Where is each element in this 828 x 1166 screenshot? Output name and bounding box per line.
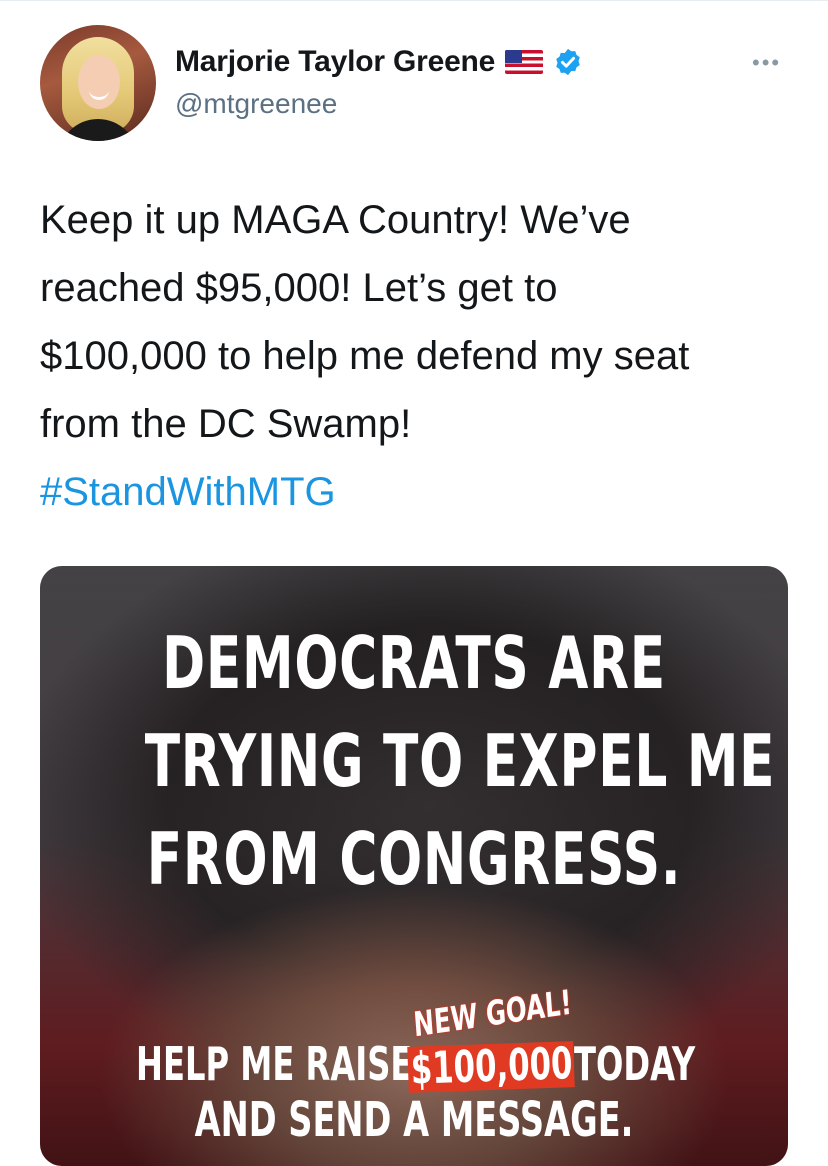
media-headline-line: TRYING TO EXPEL ME — [144, 719, 776, 803]
tweet-media-image[interactable]: DEMOCRATS ARE TRYING TO EXPEL ME FROM CO… — [40, 566, 788, 1166]
goal-amount: $100,000 — [409, 1038, 574, 1095]
avatar[interactable] — [40, 25, 156, 141]
us-flag-icon — [505, 50, 544, 74]
tweet-text-line: reached $95,000! Let’s get to — [40, 266, 558, 310]
media-cta-line2: AND SEND A MESSAGE. — [194, 1092, 634, 1148]
goal-amount-box: $100,000 — [407, 1038, 575, 1095]
top-divider — [0, 0, 828, 1]
media-headline-line: FROM CONGRESS. — [146, 817, 682, 901]
new-goal-badge: NEW GOAL! $100,000 — [404, 983, 575, 1100]
flag-canton — [505, 50, 523, 63]
media-cta-left: HELP ME RAISE — [136, 1037, 413, 1091]
tweet-text: Keep it up MAGA Country! We’ve reached $… — [40, 186, 800, 526]
tweet-text-line: $100,000 to help me defend my seat — [40, 334, 690, 378]
hashtag-link[interactable]: #StandWithMTG — [40, 458, 800, 526]
media-cta-right: TODAY — [574, 1037, 696, 1091]
media-headline: DEMOCRATS ARE TRYING TO EXPEL ME FROM CO… — [144, 614, 776, 908]
author-name[interactable]: Marjorie Taylor Greene — [175, 45, 495, 79]
verified-badge-icon — [553, 47, 583, 77]
avatar-face — [78, 55, 120, 109]
tweet-text-line: Keep it up MAGA Country! We’ve — [40, 198, 631, 242]
media-headline-line: DEMOCRATS ARE — [162, 621, 666, 705]
media-cta-row: HELP ME RAISE NEW GOAL! $100,000 TODAY — [40, 983, 788, 1095]
media-bottom-text: HELP ME RAISE NEW GOAL! $100,000 TODAY A… — [40, 983, 788, 1148]
tweet-text-line: from the DC Swamp! — [40, 402, 412, 446]
author-handle[interactable]: @mtgreenee — [175, 88, 337, 120]
author-name-row[interactable]: Marjorie Taylor Greene — [175, 42, 583, 82]
more-options-icon[interactable]: ••• — [752, 52, 781, 74]
